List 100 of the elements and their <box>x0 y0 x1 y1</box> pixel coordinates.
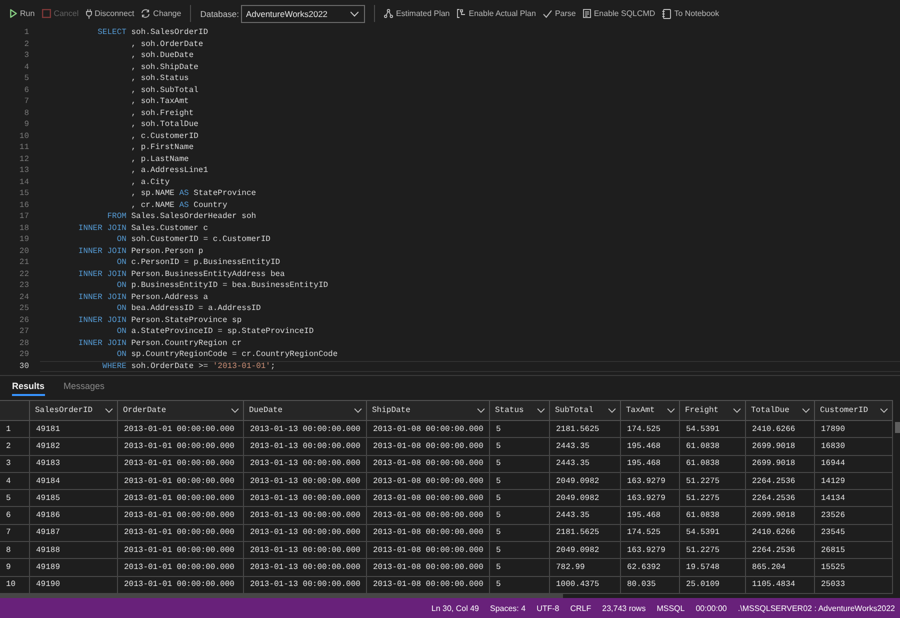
indentation-setting[interactable]: Spaces: 4 <box>490 604 526 612</box>
table-cell: 49183 <box>30 456 118 473</box>
column-header[interactable]: SalesOrderID <box>30 400 118 421</box>
play-icon <box>10 9 17 18</box>
code-line: INNER JOIN Person.Address a <box>78 292 208 303</box>
table-cell: 49185 <box>30 490 118 508</box>
table-cell: 49189 <box>30 559 118 577</box>
row-number: 3 <box>0 456 30 473</box>
table-cell: 2013-01-01 00:00:00.000 <box>118 421 244 438</box>
column-header[interactable]: OrderDate <box>118 400 244 421</box>
table-cell: 51.2275 <box>680 490 746 508</box>
column-header[interactable]: TotalDue <box>746 400 815 421</box>
column-header[interactable]: ShipDate <box>367 400 490 421</box>
table-cell: 2013-01-08 00:00:00.000 <box>367 559 490 577</box>
table-cell: 2013-01-08 00:00:00.000 <box>367 456 490 473</box>
table-cell: 5 <box>490 456 550 473</box>
column-header[interactable]: Freight <box>680 400 746 421</box>
line-number: 15 <box>19 189 29 198</box>
cursor-position[interactable]: Ln 30, Col 49 <box>431 604 479 612</box>
code-line: , soh.TaxAmt <box>131 96 189 108</box>
chevron-down-icon[interactable] <box>880 408 888 413</box>
row-number: 5 <box>0 490 30 508</box>
stop-icon <box>42 9 51 18</box>
connection-name[interactable]: .\MSSQLSERVER02 : AdventureWorks2022 <box>738 604 895 612</box>
line-number: 11 <box>19 143 29 152</box>
line-ending[interactable]: CRLF <box>570 604 592 612</box>
code-line: WHERE soh.OrderDate >= '2013-01-01'; <box>102 360 276 372</box>
table-cell: 174.525 <box>621 524 680 542</box>
chevron-down-icon[interactable] <box>537 408 545 413</box>
line-number: 27 <box>19 327 29 336</box>
table-cell: 61.0838 <box>680 438 746 456</box>
row-number: 9 <box>0 559 30 577</box>
table-cell: 1105.4834 <box>746 576 815 594</box>
row-number: 8 <box>0 542 30 560</box>
row-number: 2 <box>0 438 30 456</box>
run-button[interactable]: Run <box>10 6 35 22</box>
chevron-down-icon[interactable] <box>354 408 362 413</box>
line-number: 16 <box>19 200 29 210</box>
table-cell: 2264.2536 <box>746 472 815 490</box>
notebook-button[interactable]: To Notebook <box>662 6 720 22</box>
code-line: INNER JOIN Person.Person p <box>78 246 204 257</box>
table-cell: 2049.0982 <box>550 490 621 508</box>
estimated-plan-button[interactable]: Estimated Plan <box>384 6 450 22</box>
line-number: 19 <box>19 235 29 244</box>
table-cell: 2443.35 <box>550 438 621 456</box>
table-cell: 2013-01-13 00:00:00.000 <box>244 559 367 577</box>
code-line: , a.City <box>131 176 170 188</box>
chevron-down-icon[interactable] <box>477 408 485 413</box>
language-mode[interactable]: MSSQL <box>656 604 685 612</box>
results-tab[interactable]: Results <box>12 376 45 396</box>
table-cell: 61.0838 <box>680 507 746 525</box>
chevron-down-icon[interactable] <box>733 408 741 413</box>
elapsed-time: 00:00:00 <box>696 604 727 612</box>
line-number: 6 <box>24 86 29 94</box>
chevron-down-icon[interactable] <box>350 10 359 16</box>
scrollbar-thumb[interactable] <box>0 594 563 598</box>
column-header[interactable]: CustomerID <box>815 400 893 421</box>
chevron-down-icon[interactable] <box>231 408 239 413</box>
column-header[interactable]: DueDate <box>244 400 367 421</box>
code-line: INNER JOIN Person.BusinessEntityAddress bea <box>78 268 285 280</box>
table-cell: 195.468 <box>621 438 680 456</box>
change-connection-button[interactable]: Change <box>141 6 182 22</box>
table-cell: 195.468 <box>621 507 680 525</box>
chevron-down-icon[interactable] <box>667 408 675 413</box>
table-cell: 80.035 <box>621 576 680 594</box>
chevron-down-icon[interactable] <box>802 408 810 413</box>
document-icon <box>582 9 591 18</box>
line-number: 2 <box>24 40 29 48</box>
table-cell: 62.6392 <box>621 559 680 577</box>
table-cell: 174.525 <box>621 421 680 438</box>
chevron-down-icon[interactable] <box>105 408 113 413</box>
chevron-down-icon[interactable] <box>608 408 616 413</box>
code-line: , soh.SubTotal <box>131 84 198 96</box>
circular-arrows-icon <box>141 9 150 18</box>
row-number: 4 <box>0 472 30 490</box>
line-number: 23 <box>19 281 29 290</box>
row-number: 6 <box>0 507 30 525</box>
results-tab[interactable]: Messages <box>64 376 105 396</box>
column-header[interactable]: TaxAmt <box>621 400 680 421</box>
encoding[interactable]: UTF-8 <box>536 604 560 612</box>
line-number: 14 <box>19 178 29 186</box>
database-dropdown[interactable]: AdventureWorks2022 <box>240 4 365 22</box>
corner-header-cell[interactable] <box>0 400 30 421</box>
scrollbar-thumb[interactable] <box>895 422 900 433</box>
line-number: 22 <box>19 270 29 278</box>
column-header[interactable]: SubTotal <box>550 400 621 421</box>
database-label: Database: <box>200 8 239 18</box>
table-cell: 195.468 <box>621 456 680 473</box>
table-cell: 2013-01-13 00:00:00.000 <box>244 507 367 525</box>
line-number: 5 <box>24 74 29 83</box>
sqlcmd-button[interactable]: Enable SQLCMD <box>582 6 656 22</box>
line-number: 7 <box>24 97 29 106</box>
line-number: 24 <box>19 292 29 302</box>
table-cell: 14134 <box>815 490 893 508</box>
actual-plan-button[interactable]: Enable Actual Plan <box>456 6 536 22</box>
column-header[interactable]: Status <box>490 400 550 421</box>
table-cell: 782.99 <box>550 559 621 577</box>
disconnect-button[interactable]: Disconnect <box>86 6 134 22</box>
code-line: SELECT soh.SalesOrderID <box>98 27 208 38</box>
parse-button[interactable]: Parse <box>542 6 576 22</box>
